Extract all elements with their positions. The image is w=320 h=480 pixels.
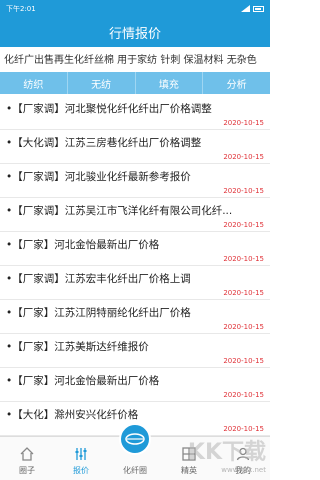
- fiber-circle-icon: [119, 423, 151, 455]
- sliders-icon: [73, 446, 89, 462]
- list-item[interactable]: •【厂家调】河北聚悦化纤化纤出厂价格调整 2020-10-15: [0, 96, 270, 130]
- price-news-list: •【厂家调】河北聚悦化纤化纤出厂价格调整 2020-10-15 •【大化调】江苏三…: [0, 96, 270, 436]
- tab-label: 纺织: [23, 79, 44, 91]
- item-title: •【大化】滁州安兴化纤价格: [6, 409, 139, 421]
- list-item[interactable]: •【厂家】江苏江阴特丽纶化纤出厂价格 2020-10-15: [0, 300, 270, 334]
- list-item[interactable]: •【厂家】江苏美斯达纤维报价 2020-10-15: [0, 334, 270, 368]
- item-date: 2020-10-15: [223, 221, 264, 229]
- nav-mine[interactable]: 我的: [216, 437, 270, 480]
- list-item[interactable]: •【厂家调】河北骏业化纤最新参考报价 2020-10-15: [0, 164, 270, 198]
- item-date: 2020-10-15: [223, 391, 264, 399]
- item-date: 2020-10-15: [223, 323, 264, 331]
- tab-label: 分析: [226, 79, 247, 91]
- tab-label: 填充: [158, 79, 179, 91]
- item-title: •【厂家】河北金怡最新出厂价格: [6, 375, 160, 387]
- list-item[interactable]: •【厂家调】江苏吴江市飞洋化纤有限公司化纤... 2020-10-15: [0, 198, 270, 232]
- battery-icon: [253, 5, 264, 12]
- item-title: •【厂家】江苏江阴特丽纶化纤出厂价格: [6, 307, 191, 319]
- nav-fiber-circle[interactable]: 化纤圈: [108, 423, 162, 480]
- tab-analysis[interactable]: 分析: [203, 72, 270, 94]
- category-tabs: 纺织 无纺 填充 分析: [0, 72, 270, 94]
- list-item[interactable]: •【厂家调】江苏宏丰化纤出厂价格上调 2020-10-15: [0, 266, 270, 300]
- nav-circle[interactable]: 圈子: [0, 437, 54, 480]
- home-icon: [19, 446, 35, 462]
- nav-label: 报价: [73, 466, 89, 475]
- user-icon: [235, 446, 251, 462]
- grid-icon: [181, 446, 197, 462]
- tab-label: 无纺: [91, 79, 112, 91]
- announcement-marquee[interactable]: 化纤广出售再生化纤丝棉 用于家纺 针刺 保温材料 无杂色: [0, 47, 270, 70]
- bottom-nav: 圈子 报价 化纤圈 精英 我的: [0, 423, 270, 480]
- list-item[interactable]: •【厂家】河北金怡最新出厂价格 2020-10-15: [0, 368, 270, 402]
- item-title: •【厂家调】江苏吴江市飞洋化纤有限公司化纤...: [6, 205, 233, 217]
- nav-label: 精英: [181, 466, 197, 475]
- item-date: 2020-10-15: [223, 357, 264, 365]
- item-date: 2020-10-15: [223, 187, 264, 195]
- list-item[interactable]: •【大化调】江苏三房巷化纤出厂价格调整 2020-10-15: [0, 130, 270, 164]
- list-item[interactable]: •【厂家】河北金怡最新出厂价格 2020-10-15: [0, 232, 270, 266]
- marquee-text: 化纤广出售再生化纤丝棉 用于家纺 针刺 保温材料 无杂色: [4, 55, 257, 66]
- nav-quotes[interactable]: 报价: [54, 437, 108, 480]
- item-title: •【厂家】河北金怡最新出厂价格: [6, 239, 160, 251]
- item-date: 2020-10-15: [223, 425, 264, 433]
- signal-icon: [241, 5, 250, 12]
- status-icons: [241, 5, 264, 12]
- item-title: •【厂家】江苏美斯达纤维报价: [6, 341, 149, 353]
- tab-textile[interactable]: 纺织: [0, 72, 68, 94]
- page-title-bar: 行情报价: [0, 17, 270, 47]
- item-date: 2020-10-15: [223, 289, 264, 297]
- item-title: •【厂家调】江苏宏丰化纤出厂价格上调: [6, 273, 191, 285]
- item-date: 2020-10-15: [223, 153, 264, 161]
- tab-filling[interactable]: 填充: [136, 72, 204, 94]
- item-title: •【厂家调】河北聚悦化纤化纤出厂价格调整: [6, 103, 212, 115]
- page-title: 行情报价: [108, 26, 161, 42]
- item-title: •【厂家调】河北骏业化纤最新参考报价: [6, 171, 191, 183]
- nav-elite[interactable]: 精英: [162, 437, 216, 480]
- nav-label: 化纤圈: [123, 466, 147, 475]
- tab-nonwoven[interactable]: 无纺: [68, 72, 136, 94]
- item-title: •【大化调】江苏三房巷化纤出厂价格调整: [6, 137, 202, 149]
- item-date: 2020-10-15: [223, 255, 264, 263]
- status-bar: 下午2:01: [0, 0, 270, 17]
- nav-label: 圈子: [19, 466, 35, 475]
- nav-label: 我的: [235, 466, 251, 475]
- status-time: 下午2:01: [6, 4, 36, 13]
- item-date: 2020-10-15: [223, 119, 264, 127]
